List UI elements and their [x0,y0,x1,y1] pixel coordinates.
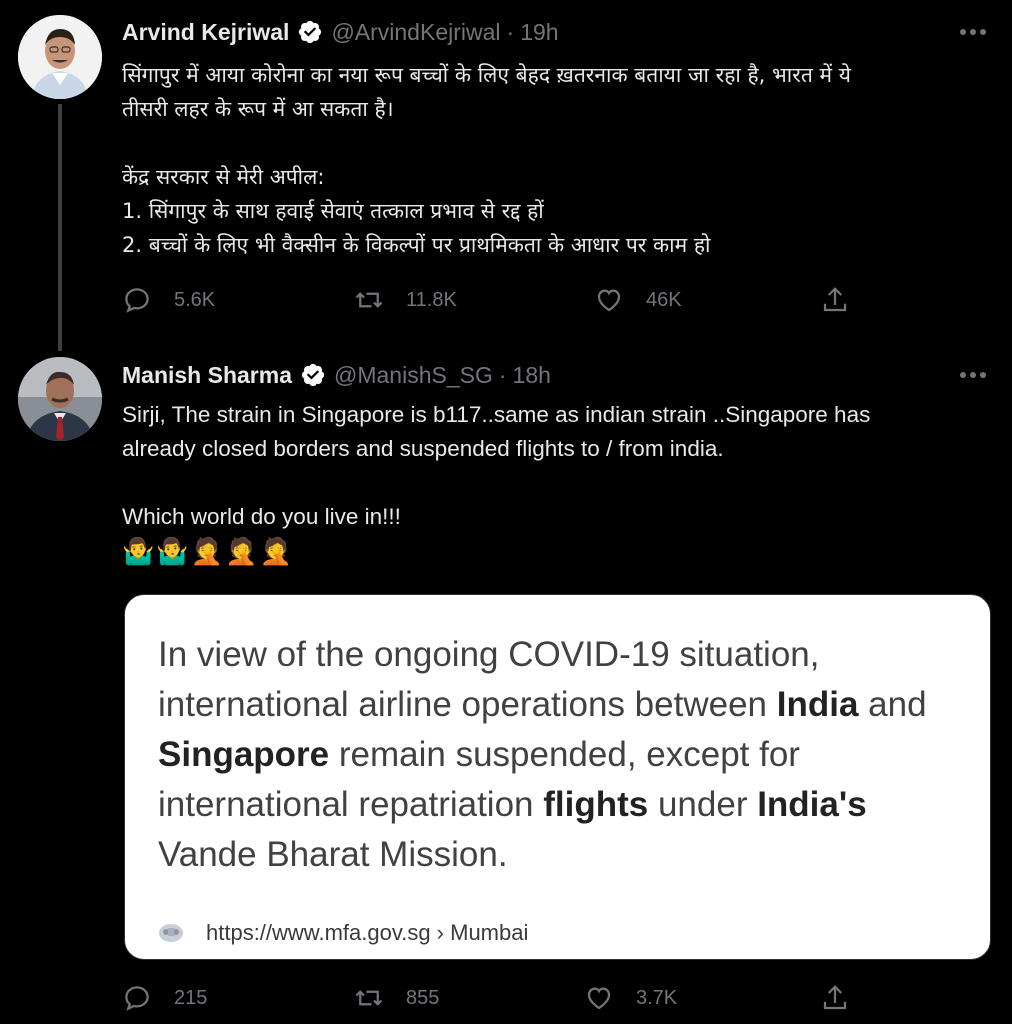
more-icon[interactable] [956,15,990,49]
like-icon [587,987,611,1010]
author-name[interactable]: Manish Sharma [122,362,292,389]
card-text-bold: India [776,685,859,724]
reply-icon [125,986,149,1011]
retweet-count: 855 [406,986,440,1009]
share-button[interactable] [820,978,872,1018]
card-text-part: In view of the ongoing COVID-19 situatio… [158,635,820,724]
text-line: केंद्र सरकार से मेरी अपील: [122,165,325,189]
card-url[interactable]: https://www.mfa.gov.sg › Mumbai [158,920,528,946]
tweet-actions: 5.6K 11.8K 46K [122,280,862,320]
card-text-bold: Singapore [158,735,330,774]
share-icon [823,985,847,1010]
text-line: already closed borders and suspended fli… [122,436,724,461]
like-icon [597,289,621,312]
author-handle[interactable]: @ArvindKejriwal [331,19,500,46]
card-text-bold: flights [543,785,649,824]
tweet-text: सिंगापुर में आया कोरोना का नया रूप बच्चो… [122,58,992,262]
text-line: सिंगापुर में आया कोरोना का नया रूप बच्चो… [122,63,851,87]
thread-line [58,104,62,351]
like-button[interactable]: 46K [594,280,682,320]
retweet-icon [355,292,383,308]
text-line: Sirji, The strain in Singapore is b117..… [122,402,871,427]
text-line: 1. सिंगापुर के साथ हवाई सेवाएं तत्काल प्… [122,199,544,223]
tweet-header: Arvind Kejriwal @ArvindKejriwal · 19h [122,14,559,50]
text-line: Which world do you live in!!! [122,504,401,529]
mfa-seal-icon [159,924,183,942]
emoji-row: 🤷‍♂️🤷‍♂️🤦🤦🤦 [122,536,294,566]
retweet-button[interactable]: 855 [354,978,439,1018]
card-text-bold: India's [757,785,867,824]
retweet-icon [355,990,383,1006]
like-count: 46K [646,288,682,311]
reply-count: 5.6K [174,288,216,311]
retweet-count: 11.8K [406,288,457,311]
separator-dot: · [506,18,515,45]
text-line [122,466,992,500]
card-text-part: Vande Bharat Mission. [158,835,508,874]
like-button[interactable]: 3.7K [584,978,677,1018]
text-line: तीसरी लहर के रूप में आ सकता है। [122,97,394,121]
verified-icon [300,362,326,388]
retweet-button[interactable]: 11.8K [354,280,457,320]
reply-button[interactable]: 215 [122,978,207,1018]
like-count: 3.7K [636,986,678,1009]
share-icon [823,287,847,312]
more-icon[interactable] [956,358,990,392]
tweet-arvind[interactable]: Arvind Kejriwal @ArvindKejriwal · 19h सि… [0,0,1012,351]
verified-icon [297,19,323,45]
reply-count: 215 [174,986,208,1009]
tweet-text: Sirji, The strain in Singapore is b117..… [122,398,992,534]
tweet-actions: 215 855 3.7K [122,978,862,1018]
avatar[interactable] [18,357,102,441]
card-text-part: and [858,685,927,724]
share-button[interactable] [820,280,872,320]
reply-icon [125,288,149,313]
text-line [122,126,992,160]
avatar-image [18,357,102,441]
author-handle[interactable]: @ManishS_SG [334,362,493,389]
timestamp[interactable]: 19h [520,19,558,46]
avatar[interactable] [18,15,102,99]
reply-button[interactable]: 5.6K [122,280,215,320]
card-url-text: https://www.mfa.gov.sg › Mumbai [206,920,529,945]
separator-dot: · [498,361,507,388]
card-text: In view of the ongoing COVID-19 situatio… [158,630,958,880]
timestamp[interactable]: 18h [513,362,551,389]
avatar-image [18,15,102,99]
tweet-header: Manish Sharma @ManishS_SG · 18h [122,357,551,393]
card-text-part: under [648,785,758,824]
text-line: 2. बच्चों के लिए भी वैक्सीन के विकल्पों … [122,233,711,257]
author-name[interactable]: Arvind Kejriwal [122,19,289,46]
link-card[interactable]: In view of the ongoing COVID-19 situatio… [124,594,991,960]
